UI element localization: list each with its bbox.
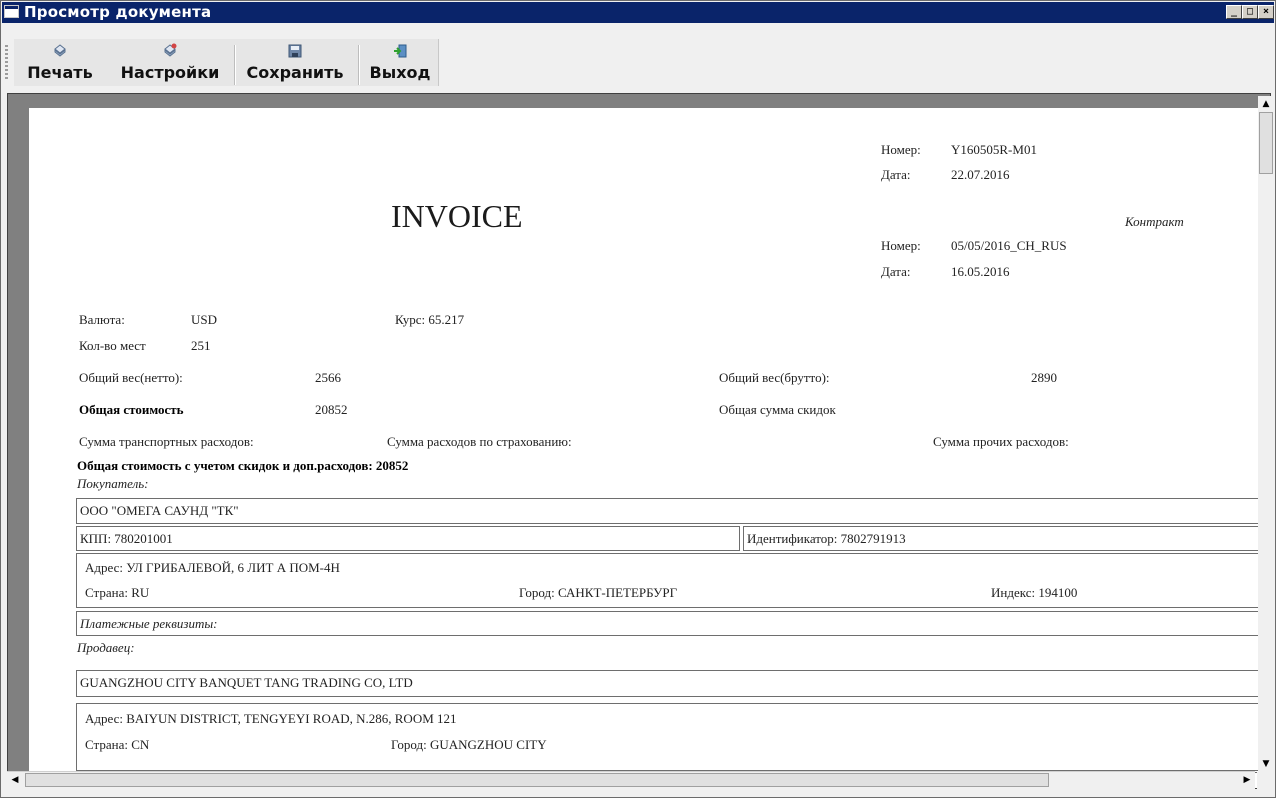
payment-details-box: Платежные реквизиты: [76, 611, 1261, 636]
save-button[interactable]: Сохранить [238, 39, 352, 86]
contract-number-label: Номер: [881, 238, 921, 253]
insurance-costs-label: Сумма расходов по страхованию: [387, 434, 572, 449]
toolstrip: Печать Настройки Сохранить Выход [14, 39, 439, 86]
seller-address: Адрес: BAIYUN DISTRICT, TENGYEYI ROAD, N… [85, 711, 457, 726]
currency-label: Валюта: [79, 312, 125, 327]
buyer-kpp-box: КПП: 780201001 [76, 526, 740, 551]
total-cost-value: 20852 [315, 402, 348, 417]
invoice-title: INVOICE [391, 198, 523, 234]
toolbar-grip[interactable] [5, 45, 8, 81]
save-label: Сохранить [246, 63, 344, 82]
settings-button[interactable]: Настройки [112, 39, 228, 86]
contract-number: 05/05/2016_CH_RUS [951, 238, 1067, 253]
gross-weight-value: 2890 [1031, 370, 1057, 385]
gross-weight-label: Общий вес(брутто): [719, 370, 830, 385]
payment-details-label: Платежные реквизиты: [80, 616, 218, 631]
floppy-disk-icon [288, 44, 302, 58]
contract-label: Контракт [1125, 214, 1184, 229]
print-label: Печать [27, 63, 93, 82]
printer-icon [54, 44, 66, 57]
scroll-right-arrow-icon[interactable]: ▶ [1239, 772, 1255, 788]
horizontal-scrollbar[interactable]: ◀ ▶ [7, 771, 1255, 789]
seller-country: Страна: CN [85, 737, 150, 752]
buyer-label: Покупатель: [77, 476, 149, 491]
document-viewport[interactable]: Номер: Y160505R-M01 Дата: 22.07.2016 INV… [7, 93, 1271, 789]
exit-button[interactable]: Выход [362, 39, 438, 86]
buyer-country: Страна: RU [85, 585, 150, 600]
app-window-icon [4, 5, 19, 18]
places-label: Кол-во мест [79, 338, 146, 353]
seller-city: Город: GUANGZHOU CITY [391, 737, 547, 752]
print-button[interactable]: Печать [14, 39, 106, 86]
document-viewer-window: Просмотр документа _ □ × Печать Настройк… [0, 0, 1276, 798]
discounts-label: Общая сумма скидок [719, 402, 836, 417]
horizontal-scroll-thumb[interactable] [25, 773, 1049, 787]
currency-value: USD [191, 312, 218, 327]
exit-door-icon [394, 44, 407, 58]
seller-name: GUANGZHOU CITY BANQUET TANG TRADING CO, … [80, 675, 413, 690]
seller-label: Продавец: [77, 640, 135, 655]
buyer-city: Город: САНКТ-ПЕТЕРБУРГ [519, 585, 678, 600]
scroll-down-arrow-icon[interactable]: ▼ [1258, 756, 1274, 772]
vertical-scrollbar[interactable]: ▲ ▼ [1258, 96, 1274, 772]
settings-label: Настройки [120, 63, 220, 82]
exchange-rate: Курс: 65.217 [395, 312, 465, 327]
buyer-name: ООО "ОМЕГА САУНД "ТК" [80, 503, 239, 518]
title-bar[interactable]: Просмотр документа _ □ × [2, 2, 1274, 23]
vertical-scroll-thumb[interactable] [1259, 112, 1273, 174]
toolbar-separator [234, 45, 236, 85]
scroll-left-arrow-icon[interactable]: ◀ [7, 772, 23, 788]
total-cost-label: Общая стоимость [79, 402, 184, 417]
toolbar: Печать Настройки Сохранить Выход [2, 23, 1274, 88]
seller-name-box: GUANGZHOU CITY BANQUET TANG TRADING CO, … [76, 670, 1261, 697]
toolbar-separator [358, 45, 360, 85]
scroll-up-arrow-icon[interactable]: ▲ [1258, 96, 1274, 112]
invoice-date: 22.07.2016 [951, 167, 1010, 182]
buyer-name-box: ООО "ОМЕГА САУНД "ТК" [76, 498, 1261, 524]
buyer-identifier: Идентификатор: 7802791913 [747, 531, 906, 546]
invoice-number: Y160505R-M01 [951, 142, 1037, 157]
window-title: Просмотр документа [24, 3, 212, 21]
other-costs-label: Сумма прочих расходов: [933, 434, 1069, 449]
contract-date-label: Дата: [881, 264, 911, 279]
buyer-address: Адрес: УЛ ГРИБАЛЕВОЙ, 6 ЛИТ А ПОМ-4Н [85, 560, 340, 575]
seller-address-box: Адрес: BAIYUN DISTRICT, TENGYEYI ROAD, N… [76, 703, 1261, 773]
net-weight-value: 2566 [315, 370, 341, 385]
contract-date: 16.05.2016 [951, 264, 1010, 279]
buyer-kpp: КПП: 780201001 [80, 531, 173, 546]
minimize-button[interactable]: _ [1226, 5, 1242, 19]
buyer-address-box: Адрес: УЛ ГРИБАЛЕВОЙ, 6 ЛИТ А ПОМ-4Н Стр… [76, 553, 1261, 608]
exit-label: Выход [369, 63, 431, 82]
places-value: 251 [191, 338, 211, 353]
maximize-button[interactable]: □ [1242, 5, 1258, 19]
close-button[interactable]: × [1258, 5, 1274, 19]
buyer-id-box: Идентификатор: 7802791913 [743, 526, 1261, 551]
printer-settings-icon [164, 43, 177, 57]
buyer-index: Индекс: 194100 [991, 585, 1078, 600]
transport-costs-label: Сумма транспортных расходов: [79, 434, 254, 449]
invoice-page: Номер: Y160505R-M01 Дата: 22.07.2016 INV… [29, 108, 1270, 788]
total-with-discounts: Общая стоимость с учетом скидок и доп.ра… [77, 458, 409, 473]
date-label: Дата: [881, 167, 911, 182]
scrollbar-corner [1257, 772, 1274, 789]
number-label: Номер: [881, 142, 921, 157]
net-weight-label: Общий вес(нетто): [79, 370, 183, 385]
